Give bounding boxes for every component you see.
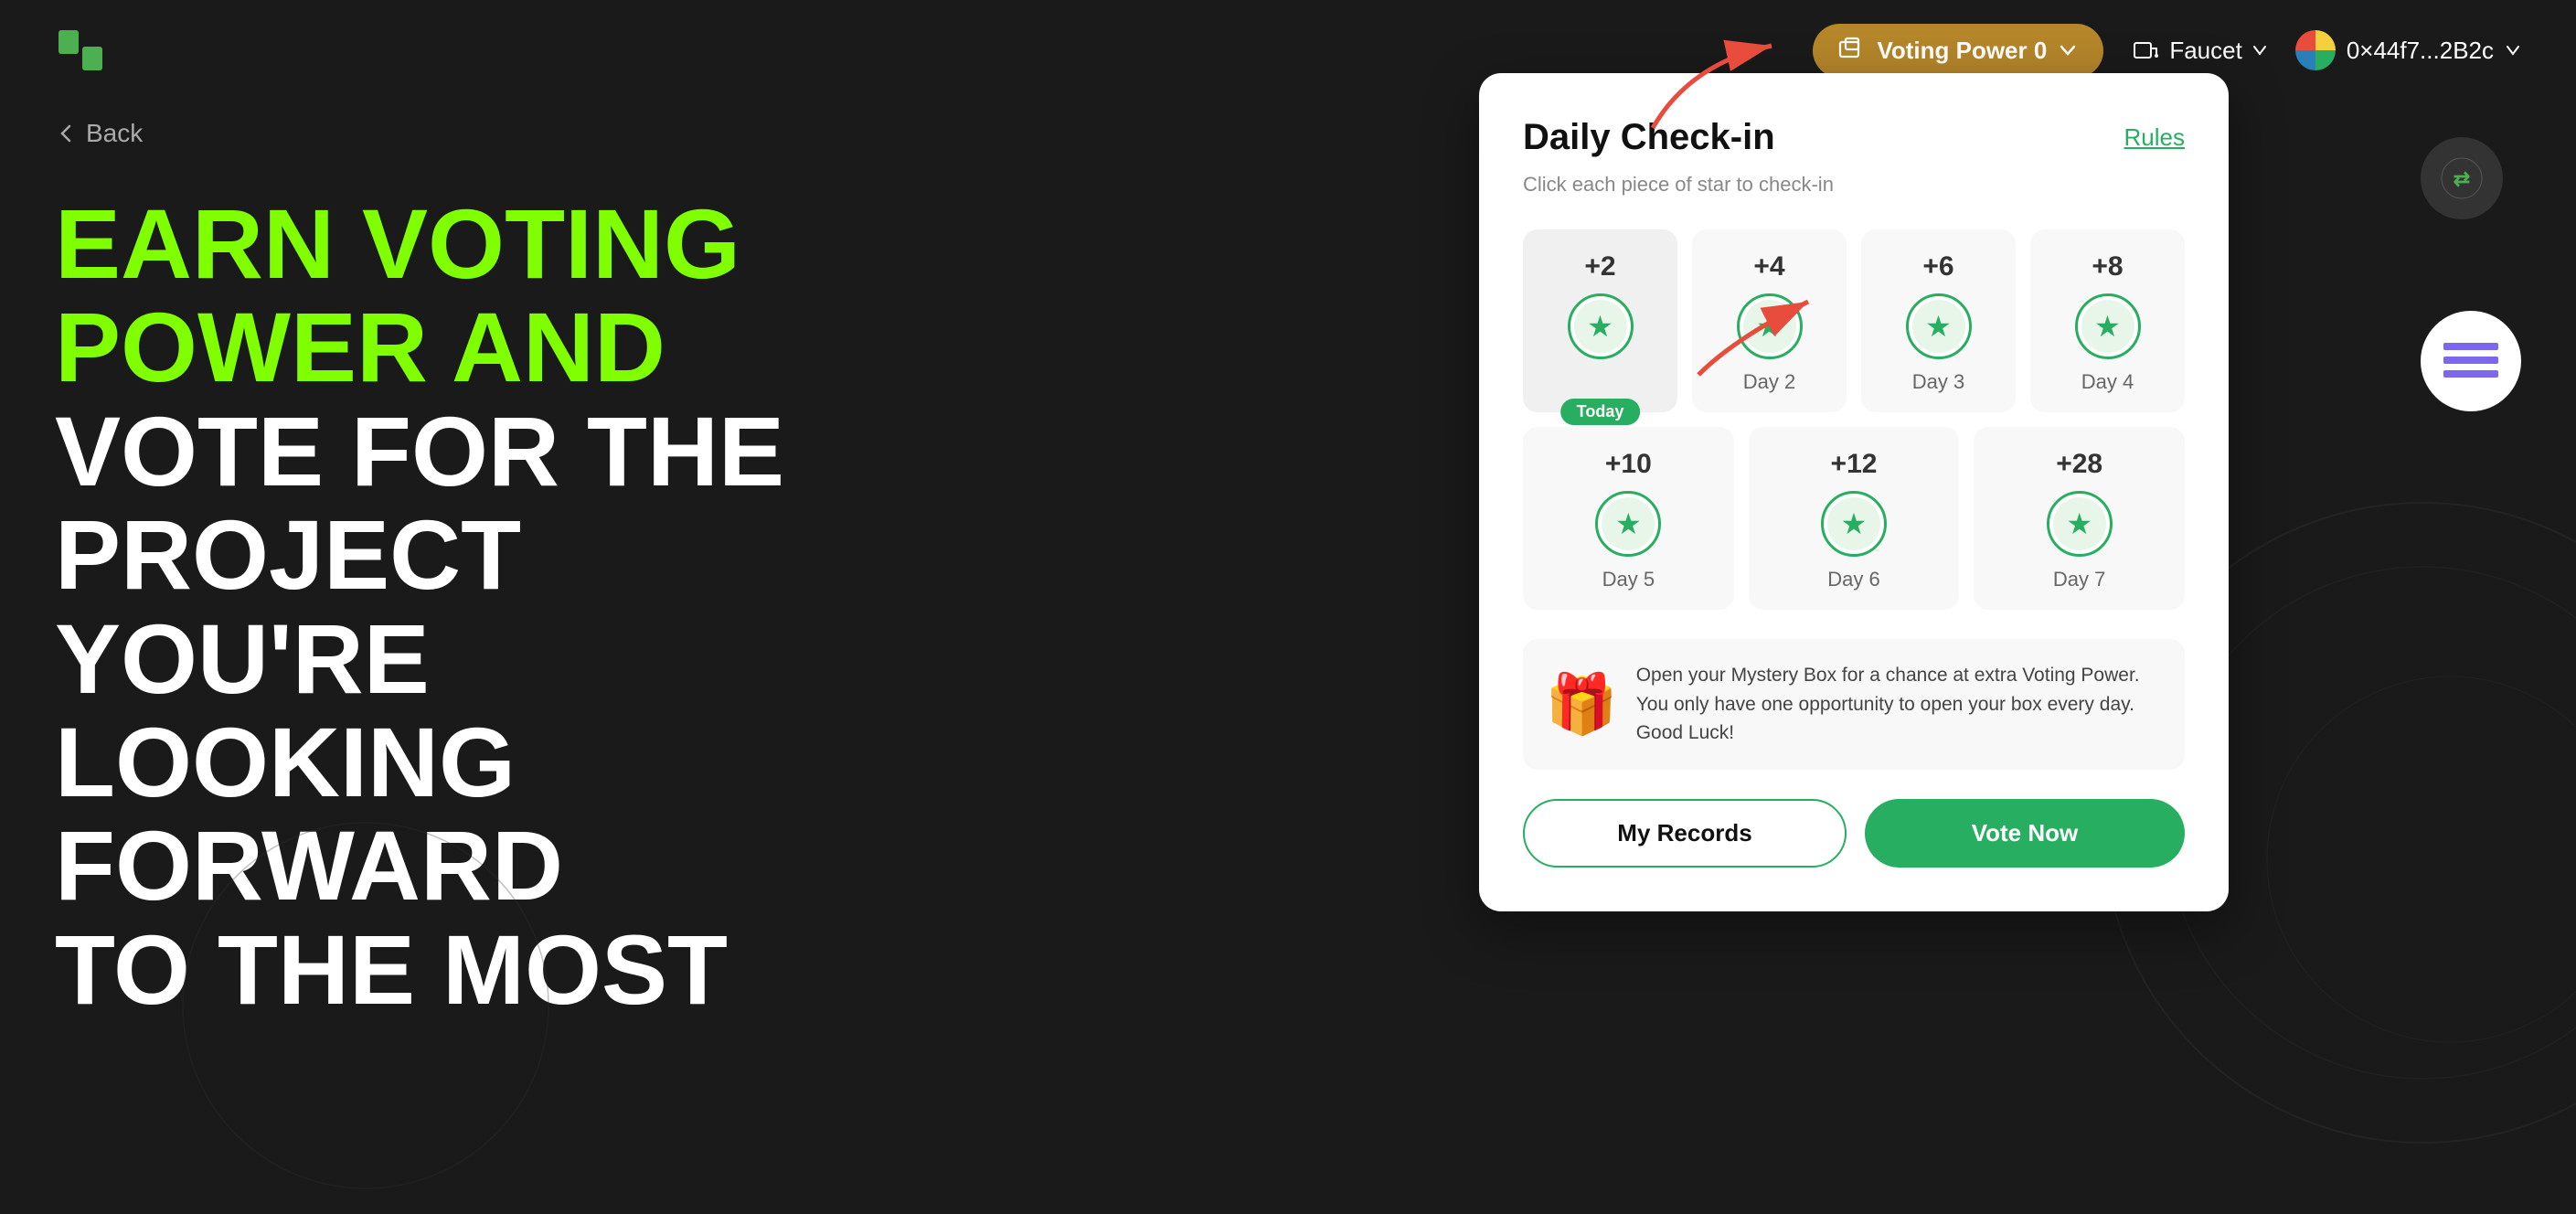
my-records-button[interactable]: My Records <box>1523 799 1847 868</box>
day6-star-inner: ★ <box>1827 497 1880 550</box>
day-cell-4[interactable]: +8 ★ Day 4 <box>2030 229 2185 412</box>
day-cell-6[interactable]: +12 ★ Day 6 <box>1749 427 1960 610</box>
day1-star-circle: ★ <box>1568 293 1634 359</box>
day3-star-icon: ★ <box>1925 309 1952 344</box>
back-label: Back <box>86 119 143 148</box>
days-grid-row1: +2 ★ Today +4 ★ Day 2 +6 ★ <box>1523 229 2185 412</box>
day5-label: Day 5 <box>1602 568 1655 591</box>
back-arrow-icon <box>55 122 77 144</box>
headline-line2: POWER AND <box>55 295 804 399</box>
day3-points: +6 <box>1922 251 1953 282</box>
headline-line5: LOOKING FORWARD <box>55 710 804 918</box>
mystery-box[interactable]: 🎁 Open your Mystery Box for a chance at … <box>1523 639 2185 770</box>
headline-line6: TO THE MOST <box>55 918 804 1021</box>
gift-icon: 🎁 <box>1545 670 1618 739</box>
faucet-chevron-icon <box>2251 42 2268 59</box>
day5-star-inner: ★ <box>1602 497 1655 550</box>
back-button[interactable]: Back <box>55 119 143 148</box>
day7-points: +28 <box>2056 449 2102 480</box>
wallet-address-label: 0×44f7...2B2c <box>2347 37 2494 65</box>
day7-label: Day 7 <box>2053 568 2105 591</box>
voting-power-button[interactable]: Voting Power 0 <box>1813 24 2103 78</box>
headline-line3: VOTE FOR THE <box>55 399 804 503</box>
mystery-text: Open your Mystery Box for a chance at ex… <box>1636 661 2163 748</box>
day2-star-inner: ★ <box>1743 300 1796 353</box>
rules-link[interactable]: Rules <box>2124 123 2185 152</box>
day4-points: +8 <box>2092 251 2123 282</box>
day-cell-7[interactable]: +28 ★ Day 7 <box>1974 427 2185 610</box>
chevron-down-icon <box>2058 40 2078 60</box>
day1-star-inner: ★ <box>1574 300 1627 353</box>
day6-points: +12 <box>1831 449 1878 480</box>
voting-power-label: Voting Power 0 <box>1877 37 2047 65</box>
voting-power-icon <box>1838 37 1866 64</box>
wallet-button[interactable]: 0×44f7...2B2c <box>2295 30 2521 70</box>
day6-label: Day 6 <box>1827 568 1879 591</box>
day4-star-icon: ★ <box>2094 309 2121 344</box>
logo-area <box>55 23 110 78</box>
days-grid-row2: +10 ★ Day 5 +12 ★ Day 6 +28 ★ <box>1523 427 2185 610</box>
day6-star-icon: ★ <box>1841 506 1868 541</box>
faucet-button[interactable]: Faucet <box>2131 36 2268 65</box>
today-badge: Today <box>1560 399 1641 425</box>
day7-star-circle: ★ <box>2047 491 2113 557</box>
deco-circle-exchange: ⇄ <box>2421 137 2503 219</box>
day5-points: +10 <box>1605 449 1652 480</box>
deco-circle-list <box>2421 311 2521 411</box>
headline-line1: EARN VOTING <box>55 192 804 295</box>
checkin-card: Daily Check-in Rules Click each piece of… <box>1479 73 2229 911</box>
exchange-icon: ⇄ <box>2439 155 2485 201</box>
wallet-chevron-icon <box>2505 42 2521 59</box>
day1-points: +2 <box>1584 251 1615 282</box>
day5-star-circle: ★ <box>1595 491 1661 557</box>
day-cell-2[interactable]: +4 ★ Day 2 <box>1692 229 1847 412</box>
faucet-label: Faucet <box>2169 37 2242 65</box>
logo-icon <box>55 23 110 78</box>
day3-label: Day 3 <box>1912 370 1964 394</box>
day2-points: +4 <box>1753 251 1784 282</box>
card-title: Daily Check-in <box>1523 117 1775 158</box>
day3-star-inner: ★ <box>1912 300 1965 353</box>
day2-star-circle: ★ <box>1737 293 1803 359</box>
vote-now-button[interactable]: Vote Now <box>1865 799 2185 868</box>
day-cell-3[interactable]: +6 ★ Day 3 <box>1861 229 2016 412</box>
faucet-icon <box>2131 36 2160 65</box>
day2-label: Day 2 <box>1743 370 1795 394</box>
day7-star-inner: ★ <box>2053 497 2106 550</box>
headline: EARN VOTING POWER AND VOTE FOR THE PROJE… <box>55 192 804 1021</box>
day-cell-5[interactable]: +10 ★ Day 5 <box>1523 427 1734 610</box>
day2-star-icon: ★ <box>1756 309 1783 344</box>
day1-star-icon: ★ <box>1587 309 1613 344</box>
card-buttons: My Records Vote Now <box>1523 799 2185 868</box>
day6-star-circle: ★ <box>1821 491 1887 557</box>
day3-star-circle: ★ <box>1906 293 1972 359</box>
card-header: Daily Check-in Rules <box>1523 117 2185 158</box>
wallet-avatar <box>2295 30 2336 70</box>
day5-star-icon: ★ <box>1615 506 1642 541</box>
list-icon <box>2439 329 2503 393</box>
day7-star-icon: ★ <box>2066 506 2092 541</box>
header-right: Voting Power 0 Faucet 0×44f7...2B2c <box>1813 24 2521 78</box>
day4-label: Day 4 <box>2081 370 2134 394</box>
svg-text:⇄: ⇄ <box>2454 167 2470 190</box>
day4-star-circle: ★ <box>2075 293 2141 359</box>
day-cell-1[interactable]: +2 ★ Today <box>1523 229 1677 412</box>
day4-star-inner: ★ <box>2081 300 2134 353</box>
headline-line4: PROJECT YOU'RE <box>55 503 804 710</box>
card-subtitle: Click each piece of star to check-in <box>1523 173 2185 197</box>
